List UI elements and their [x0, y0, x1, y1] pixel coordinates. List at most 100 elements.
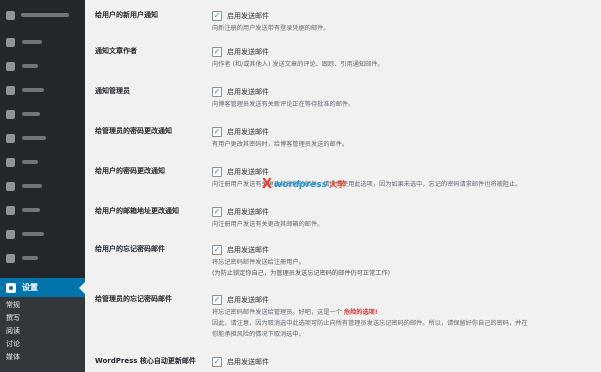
checkbox-line: ✓ 启用发送邮件	[212, 46, 597, 57]
submenu-item-media[interactable]: 媒体	[0, 351, 85, 364]
setting-field: ✓ 启用发送邮件 向注册用户发送有关更改其邮箱的邮件。	[212, 206, 597, 230]
menu-label-placeholder	[22, 184, 42, 188]
checkbox-line: ✓ 启用发送邮件	[212, 206, 597, 217]
checkmark-icon: ✓	[213, 86, 221, 96]
setting-label: 通知文章作者	[95, 47, 137, 55]
checkbox-label: 启用发送邮件	[227, 207, 269, 216]
sidebar-item[interactable]	[0, 222, 85, 246]
checkbox-line: ✓ 启用发送邮件	[212, 356, 597, 367]
menu-label-placeholder	[22, 88, 44, 92]
settings-form: 给用户的新用户通知 ✓ 启用发送邮件 向新注册的用户发送带有登录凭据的邮件。 通…	[85, 0, 601, 372]
site-header[interactable]	[0, 0, 85, 30]
settings-submenu: 常规 撰写 阅读 讨论 媒体	[0, 297, 85, 372]
enable-checkbox[interactable]: ✓	[212, 294, 222, 305]
checkbox-label: 启用发送邮件	[227, 245, 269, 254]
menu-label-placeholder	[22, 208, 40, 212]
submenu-item-discussion[interactable]: 讨论	[0, 338, 85, 351]
site-icon	[6, 10, 15, 20]
settings-icon	[6, 282, 16, 293]
enable-checkbox[interactable]: ✓	[212, 244, 222, 255]
checkmark-icon: ✓	[213, 294, 221, 304]
setting-label: 给管理员的密码更改通知	[95, 127, 172, 135]
sidebar-item[interactable]	[0, 30, 85, 54]
checkmark-icon: ✓	[213, 46, 221, 56]
description-text: 将忘记密码邮件发送给管理员。好吧，这是一个	[212, 309, 342, 316]
menu-label-placeholder	[22, 40, 42, 44]
menu-label-placeholder	[22, 112, 40, 116]
menu-icon	[6, 229, 15, 239]
setting-description: 向博客管理员发送有关新评论正在等待批准的邮件。	[212, 101, 355, 108]
sidebar-item[interactable]	[0, 246, 85, 270]
setting-description: 将忘记密码邮件发送给管理员。好吧，这是一个 危险的选项!	[212, 307, 597, 318]
setting-field: ✓ 启用发送邮件 将忘记密码邮件发送给管理员。好吧，这是一个 危险的选项! 因此…	[212, 294, 597, 340]
checkmark-icon: ✓	[213, 10, 221, 20]
checkbox-line: ✓ 启用发送邮件	[212, 10, 597, 21]
checkbox-label: 启用发送邮件	[227, 47, 269, 56]
enable-checkbox[interactable]: ✓	[212, 86, 222, 97]
checkbox-line: ✓ 启用发送邮件	[212, 86, 597, 97]
setting-field: ✓ 启用发送邮件 向注册用户发送有关更改其密码的邮件。请谨慎使用此选项，因为如果…	[212, 166, 597, 190]
enable-checkbox[interactable]: ✓	[212, 356, 222, 367]
menu-icon	[6, 37, 15, 47]
setting-label: 给管理员的忘记密码邮件	[95, 295, 172, 303]
menu-label-placeholder	[22, 232, 44, 236]
checkmark-icon: ✓	[213, 126, 221, 136]
setting-description: 向注册用户发送有关更改其邮箱的邮件。	[212, 221, 324, 228]
sidebar-item[interactable]	[0, 126, 85, 150]
enable-checkbox[interactable]: ✓	[212, 46, 222, 57]
menu-icon	[6, 205, 15, 215]
setting-label: 给用户的邮箱地址更改通知	[95, 207, 179, 215]
sidebar-item[interactable]	[0, 78, 85, 102]
setting-description: 有用户更改其密码时，给博客管理员发送的邮件。	[212, 141, 349, 148]
setting-label: WordPress 核心自动更新邮件	[95, 357, 196, 365]
sidebar-item-settings[interactable]: 设置	[0, 278, 85, 297]
checkbox-label: 启用发送邮件	[227, 295, 269, 304]
menu-label-placeholder	[22, 160, 38, 164]
checkbox-line: ✓ 启用发送邮件	[212, 166, 597, 177]
menu-icon	[6, 157, 15, 167]
danger-warning: 危险的选项!	[343, 309, 378, 316]
menu-icon	[6, 133, 15, 143]
sidebar-item[interactable]	[0, 174, 85, 198]
sidebar-item[interactable]	[0, 102, 85, 126]
checkbox-label: 启用发送邮件	[227, 11, 269, 20]
menu-icon	[6, 85, 15, 95]
setting-label: 给用户的新用户通知	[95, 11, 158, 19]
checkmark-icon: ✓	[213, 244, 221, 254]
setting-description: 将忘记密码邮件发送给注册用户。	[212, 259, 305, 266]
enable-checkbox[interactable]: ✓	[212, 166, 222, 177]
menu-label-placeholder	[22, 136, 46, 140]
setting-field: ✓ 启用发送邮件 将忘记密码邮件发送给注册用户。 (为防止锁定你自己，为管理员发…	[212, 244, 597, 279]
submenu-item-general[interactable]: 常规	[0, 299, 85, 312]
setting-field: ✓ 启用发送邮件	[212, 356, 597, 367]
setting-description: 向作者 (和/或其他人) 发送文章的评论、跟踪、引用通知邮件。	[212, 61, 384, 68]
sidebar-item-label: 设置	[22, 283, 38, 292]
checkmark-icon: ✓	[213, 166, 221, 176]
setting-description-note: (为防止锁定你自己，为管理员发送忘记密码的邮件仍可正常工作)	[212, 270, 391, 277]
menu-icon	[6, 61, 15, 71]
enable-checkbox[interactable]: ✓	[212, 126, 222, 137]
menu-icon	[6, 181, 15, 191]
checkbox-label: 启用发送邮件	[227, 357, 269, 366]
submenu-item-reading[interactable]: 阅读	[0, 325, 85, 338]
enable-checkbox[interactable]: ✓	[212, 206, 222, 217]
sidebar-item[interactable]	[0, 150, 85, 174]
setting-label: 给用户的忘记密码邮件	[95, 245, 165, 253]
checkmark-icon: ✓	[213, 206, 221, 216]
setting-label: 给用户的密码更改通知	[95, 167, 165, 175]
menu-icon	[6, 109, 15, 119]
checkmark-icon: ✓	[213, 356, 221, 366]
checkbox-line: ✓ 启用发送邮件	[212, 244, 597, 255]
sidebar-item[interactable]	[0, 54, 85, 78]
checkbox-label: 启用发送邮件	[227, 87, 269, 96]
submenu-item-writing[interactable]: 撰写	[0, 312, 85, 325]
enable-checkbox[interactable]: ✓	[212, 10, 222, 21]
setting-field: ✓ 启用发送邮件 有用户更改其密码时，给博客管理员发送的邮件。	[212, 126, 597, 150]
sidebar-item[interactable]	[0, 198, 85, 222]
setting-field: ✓ 启用发送邮件 向新注册的用户发送带有登录凭据的邮件。	[212, 10, 597, 34]
setting-description: 因此，请注意，因为取消选中此选项可防止向所有管理员发送忘记密码的邮件。所以，请保…	[212, 320, 528, 327]
menu-icon	[6, 253, 15, 263]
setting-label: 通知管理员	[95, 87, 130, 95]
setting-field: ✓ 启用发送邮件 向博客管理员发送有关新评论正在等待批准的邮件。	[212, 86, 597, 110]
admin-sidebar: 设置 常规 撰写 阅读 讨论 媒体	[0, 0, 85, 372]
